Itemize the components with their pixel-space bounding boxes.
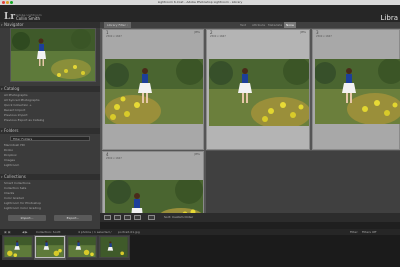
grid-toolbar: Sort: Custom Order — [100, 213, 400, 222]
filmstrip-thumbnail[interactable] — [67, 236, 97, 258]
collection-item[interactable]: Lightroom Color Grading — [4, 206, 96, 211]
module-library[interactable]: Libra — [381, 14, 398, 22]
grid-cell[interactable]: 1 JPEG 2500 x 1667 — [102, 29, 204, 150]
identity-name: Collin Smith — [16, 16, 41, 21]
cell-filetype: JPEG — [194, 31, 200, 34]
collapse-triangle-icon: ▾ — [1, 175, 3, 179]
export-button[interactable]: Export... — [54, 215, 92, 221]
cell-filetype: JPEG — [300, 31, 306, 34]
filter-text[interactable]: Text — [240, 22, 246, 28]
folder-item-label: Macintosh HD — [4, 143, 25, 147]
filmstrip-frame-selected[interactable] — [34, 235, 66, 260]
catalog-item-label: Quick Collection + — [4, 103, 32, 107]
lightroom-logo: Lr — [4, 12, 16, 22]
collection-item-label: Color Graded — [4, 196, 24, 200]
catalog-item-label: Recent Import — [4, 108, 26, 112]
collection-item-label: Lightroom Color Grading — [4, 206, 41, 210]
filmstrip-thumbnail[interactable] — [99, 236, 129, 258]
grid-cell[interactable]: 3 2500 x 1667 — [312, 29, 400, 150]
catalog-header[interactable]: ▾ Catalog — [0, 86, 100, 92]
collections-header[interactable]: ▾ Collections — [0, 174, 100, 180]
filmstrip-thumbnail[interactable] — [35, 236, 65, 258]
catalog-title: Catalog — [4, 86, 20, 91]
folder-item-label: Drobo — [4, 148, 14, 152]
photo-thumbnail[interactable] — [315, 59, 400, 124]
grid-view-icon[interactable] — [104, 215, 111, 220]
folders-title: Folders — [4, 128, 19, 133]
library-filter-label: Library Filter : — [104, 22, 131, 28]
grid-empty-area — [206, 151, 400, 220]
sort-control[interactable]: Sort: Custom Order — [164, 213, 193, 222]
folder-filter-input[interactable]: Filter Folders — [10, 136, 90, 141]
left-panel: ▾ Navigator ▾ Catalog All Photographs Al… — [0, 22, 100, 229]
catalog-item-label: Previous Import — [4, 113, 28, 117]
cell-dimensions: 2500 x 1667 — [106, 35, 122, 38]
filter-metadata[interactable]: Metadata — [268, 22, 282, 28]
collection-item-label: Clients — [4, 191, 15, 195]
collection-item-label: Lightroom for Photoshop — [4, 201, 42, 205]
catalog-item[interactable]: Previous Export as Catalog — [4, 118, 96, 123]
identity-plate: Lr Adobe Lightroom Collin Smith Libra — [0, 5, 400, 22]
filter-attribute[interactable]: Attribute — [252, 22, 265, 28]
survey-view-icon[interactable] — [134, 215, 141, 220]
filmstrip-thumbnail[interactable] — [3, 236, 33, 258]
photo-thumbnail[interactable] — [105, 59, 203, 124]
compare-view-icon[interactable] — [124, 215, 131, 220]
grid-cell-selected[interactable]: 2 JPEG 2500 x 1667 — [206, 29, 310, 150]
filter-none[interactable]: None — [284, 22, 296, 28]
filmstrip-frame[interactable] — [2, 235, 34, 260]
import-button[interactable]: Import... — [8, 215, 46, 221]
library-filter-bar: Library Filter : Text Attribute Metadata… — [100, 22, 400, 28]
lightroom-window: Lightroom 6.lrcat - Adobe Photoshop Ligh… — [0, 0, 400, 267]
cell-dimensions: 2500 x 1667 — [316, 35, 332, 38]
library-grid: Library Filter : Text Attribute Metadata… — [100, 22, 400, 220]
filmstrip-frame[interactable] — [66, 235, 98, 260]
folder-item-label: Dropbox — [4, 153, 17, 157]
filmstrip-frame[interactable] — [98, 235, 130, 260]
grid-cell[interactable]: 4 JPEG 2500 x 1667 — [102, 151, 204, 220]
left-panel-buttons: Import... Export... — [0, 213, 100, 222]
catalog-item-label: All Synced Photographs — [4, 98, 40, 102]
loupe-view-icon[interactable] — [114, 215, 121, 220]
catalog-item-label: All Photographs — [4, 93, 28, 97]
filmstrip — [0, 235, 400, 267]
collapse-triangle-icon: ▾ — [1, 87, 3, 91]
cell-filetype: JPEG — [194, 153, 200, 156]
collapse-triangle-icon: ▾ — [1, 23, 3, 27]
collection-item-label: Smart Collections — [4, 181, 31, 185]
folder-item[interactable]: Lightroom — [4, 163, 96, 168]
cell-dimensions: 2500 x 1667 — [210, 35, 226, 38]
collection-item-label: Collection Sets — [4, 186, 27, 190]
cell-dimensions: 2500 x 1667 — [106, 157, 122, 160]
folder-item-label: Lightroom — [4, 163, 20, 167]
collections-title: Collections — [4, 174, 26, 179]
folders-header[interactable]: ▾ Folders — [0, 128, 100, 134]
navigator-preview[interactable] — [10, 28, 96, 82]
folder-item-label: Images — [4, 158, 15, 162]
collapse-triangle-icon: ▾ — [1, 129, 3, 133]
catalog-item-label: Previous Export as Catalog — [4, 118, 45, 122]
spray-can-icon[interactable] — [148, 215, 155, 220]
photo-thumbnail[interactable] — [209, 59, 309, 126]
navigator-photo-image — [11, 29, 95, 81]
